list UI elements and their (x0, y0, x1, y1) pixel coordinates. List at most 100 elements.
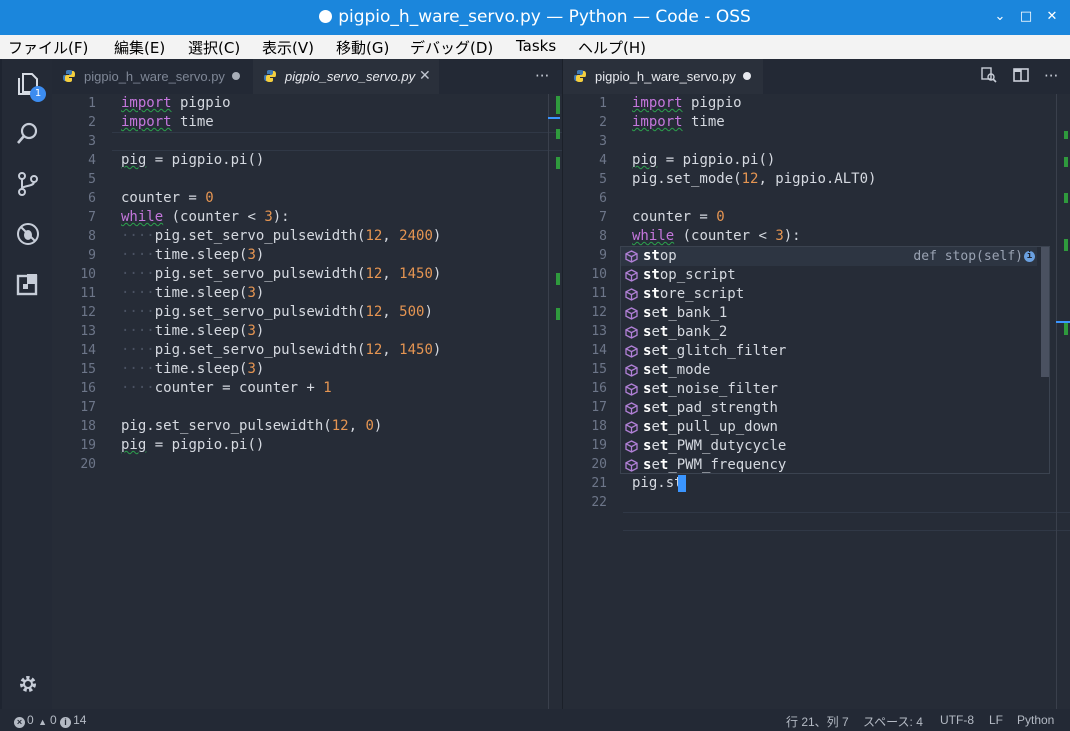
cursor-position[interactable]: 行 21、列 7 (786, 713, 849, 730)
language-mode[interactable]: Python (1017, 713, 1054, 727)
git-change-marker (556, 96, 560, 114)
line-number: 19 (591, 438, 607, 453)
suggest-scrollbar[interactable] (1041, 247, 1049, 377)
line-number: 12 (591, 305, 607, 320)
method-icon (625, 421, 638, 434)
maximize-button[interactable]: □ (1019, 10, 1033, 24)
git-change-marker (556, 308, 560, 320)
tab-pigpio-h-ware-servo[interactable]: pigpio_h_ware_servo.py (52, 59, 252, 94)
git-change-marker (1064, 193, 1068, 203)
suggest-item[interactable]: store_script (621, 285, 1037, 304)
code-line: ····time.sleep(3) (121, 323, 265, 339)
suggest-item[interactable]: set_mode (621, 361, 1037, 380)
tab-pigpio-servo-servo[interactable]: pigpio_servo_servo.py ✕ (253, 59, 439, 94)
menu-file[interactable]: ファイル(F) (8, 37, 88, 58)
python-file-icon (63, 70, 75, 82)
menu-view[interactable]: 表示(V) (262, 37, 314, 58)
method-icon (625, 269, 638, 282)
line-number: 6 (599, 191, 607, 206)
more-actions-icon[interactable]: ··· (535, 67, 549, 85)
tab-pigpio-h-ware-servo[interactable]: pigpio_h_ware_servo.py (563, 59, 763, 94)
line-number: 22 (591, 495, 607, 510)
problems-indicator[interactable]: × 0 ▲ 0 i 14 (14, 713, 86, 728)
git-change-marker (1064, 157, 1068, 167)
suggest-item[interactable]: stop_script (621, 266, 1037, 285)
menu-edit[interactable]: 編集(E) (114, 37, 165, 58)
menu-debug[interactable]: デバッグ(D) (410, 37, 493, 58)
code-line: ····time.sleep(3) (121, 361, 265, 377)
window-title: pigpio_h_ware_servo.py — Python — Code -… (0, 7, 1070, 27)
code-line: ····pig.set_servo_pulsewidth(12, 1450) (121, 342, 442, 358)
editor-group-left: pigpio_h_ware_servo.py pigpio_servo_serv… (52, 59, 562, 709)
overview-ruler (548, 94, 549, 709)
suggest-item[interactable]: set_pad_strength (621, 399, 1037, 418)
git-change-marker (556, 273, 560, 285)
suggest-item[interactable]: set_PWM_frequency (621, 456, 1037, 475)
debug-icon[interactable] (15, 221, 41, 247)
overview-ruler (1056, 94, 1057, 709)
suggest-item[interactable]: set_glitch_filter (621, 342, 1037, 361)
error-icon: × (14, 717, 25, 728)
code-line: pig = pigpio.pi() (632, 152, 776, 168)
code-line: pig.set_servo_pulsewidth(12, 0) (121, 418, 383, 434)
tab-label: pigpio_h_ware_servo.py (84, 69, 225, 84)
suggest-item[interactable]: stop def stop(self) i (621, 247, 1037, 266)
suggest-item[interactable]: set_bank_2 (621, 323, 1037, 342)
current-line-highlight (623, 512, 1070, 531)
python-file-icon (264, 70, 276, 82)
code-line: pig.set_mode(12, pigpio.ALT0) (632, 171, 877, 187)
extensions-icon[interactable] (15, 271, 41, 297)
line-number: 17 (591, 400, 607, 415)
line-number: 20 (591, 457, 607, 472)
menu-tasks[interactable]: Tasks (516, 37, 556, 55)
line-number: 3 (88, 134, 96, 149)
end-of-line[interactable]: LF (989, 713, 1003, 727)
suggest-detail: def stop(self) (913, 249, 1023, 264)
source-control-icon[interactable] (15, 171, 41, 197)
menu-go[interactable]: 移動(G) (336, 37, 389, 58)
activity-bar: 1 (2, 59, 52, 709)
suggest-widget[interactable]: stop def stop(self) i stop_script store_… (620, 246, 1050, 474)
menu-help[interactable]: ヘルプ(H) (578, 37, 646, 58)
cursor-ruler-marker (548, 117, 560, 119)
line-number: 13 (591, 324, 607, 339)
code-line: pig = pigpio.pi() (121, 437, 265, 453)
tab-bar: pigpio_h_ware_servo.py pigpio_servo_serv… (52, 59, 562, 94)
info-icon: i (60, 717, 72, 728)
code-line: ····time.sleep(3) (121, 247, 265, 263)
tab-label: pigpio_h_ware_servo.py (595, 69, 736, 84)
info-icon[interactable]: i (1024, 251, 1035, 262)
method-icon (625, 307, 638, 320)
code-line: import pigpio (632, 95, 742, 111)
method-icon (625, 402, 638, 415)
code-line: counter = 0 (632, 209, 725, 225)
dirty-dot-icon (743, 72, 751, 80)
close-button[interactable]: ✕ (1045, 10, 1059, 24)
split-editor-icon[interactable] (1013, 67, 1029, 87)
line-number: 9 (599, 248, 607, 263)
suggest-item[interactable]: set_bank_1 (621, 304, 1037, 323)
more-actions-icon[interactable]: ··· (1044, 67, 1058, 85)
suggest-item[interactable]: set_PWM_dutycycle (621, 437, 1037, 456)
suggest-item[interactable]: set_noise_filter (621, 380, 1037, 399)
minimize-button[interactable]: ⌄ (993, 10, 1007, 24)
line-number: 14 (591, 343, 607, 358)
git-change-marker (1064, 131, 1068, 139)
search-icon[interactable] (15, 121, 41, 147)
suggest-item[interactable]: set_pull_up_down (621, 418, 1037, 437)
method-icon (625, 326, 638, 339)
indentation[interactable]: スペース: 4 (863, 713, 923, 730)
code-line: import time (121, 114, 214, 130)
code-area[interactable]: 1 2 3 4 5 6 7 8 9 10 11 12 13 14 15 16 1… (52, 94, 562, 709)
unsaved-dot-icon (319, 10, 333, 23)
gear-icon[interactable] (15, 671, 41, 697)
open-changes-icon[interactable] (981, 67, 997, 87)
code-line: pig.st (632, 475, 683, 491)
encoding[interactable]: UTF-8 (940, 713, 974, 727)
line-number: 11 (591, 286, 607, 301)
warning-icon: ▲ (38, 717, 47, 727)
menu-selection[interactable]: 選択(C) (188, 37, 240, 58)
line-number: 16 (591, 381, 607, 396)
close-icon[interactable]: ✕ (419, 67, 431, 84)
method-icon (625, 364, 638, 377)
